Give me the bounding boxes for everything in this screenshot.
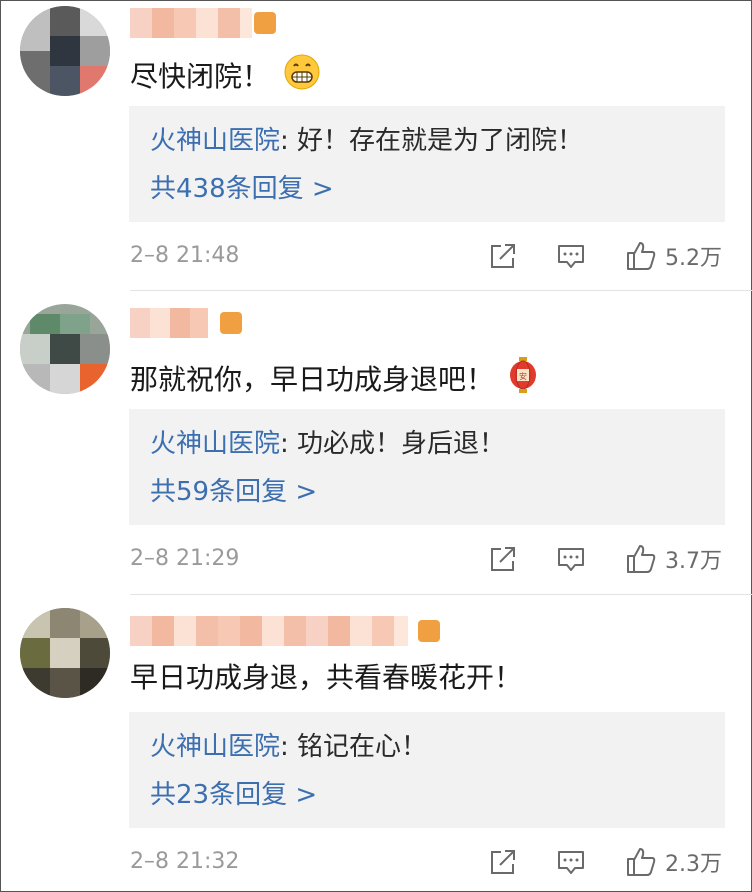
grinning-face-icon	[284, 54, 320, 99]
reply-box[interactable]: 火神山医院: 铭记在心！ 共23条回复 >	[129, 712, 725, 828]
comment-icon[interactable]	[556, 241, 586, 271]
avatar[interactable]	[20, 304, 110, 394]
divider	[130, 290, 752, 291]
more-replies-link[interactable]: 共438条回复 >	[150, 172, 334, 206]
share-icon[interactable]	[488, 241, 518, 271]
reply-author-link[interactable]: 火神山医院	[150, 126, 280, 156]
like-count: 3.7万	[665, 549, 722, 574]
comment-text: 那就祝你，早日功成身退吧！ 安	[130, 356, 538, 403]
lantern-icon: 安	[508, 356, 538, 403]
reply-preview: 火神山医院: 好！存在就是为了闭院！	[150, 124, 583, 158]
comment-date: 2–8 21:32	[130, 849, 240, 874]
reply-box[interactable]: 火神山医院: 好！存在就是为了闭院！ 共438条回复 >	[129, 106, 725, 222]
username-blurred[interactable]	[130, 8, 252, 38]
comment-item: 那就祝你，早日功成身退吧！ 安 火神山医院: 功必成！身后退！ 共59条回复 >…	[0, 292, 752, 592]
comment-item: 早日功成身退，共看春暖花开！ 火神山医院: 铭记在心！ 共23条回复 > 2–8…	[0, 596, 752, 892]
reply-preview: 火神山医院: 铭记在心！	[150, 730, 427, 764]
reply-text: : 好！存在就是为了闭院！	[280, 126, 584, 156]
comment-date: 2–8 21:48	[130, 243, 240, 268]
vip-badge-icon	[418, 620, 440, 642]
share-icon[interactable]	[488, 847, 518, 877]
reply-preview: 火神山医院: 功必成！身后退！	[150, 427, 505, 461]
like-count: 5.2万	[665, 246, 722, 271]
thumbs-up-icon	[627, 848, 656, 876]
comment-meta: 2–8 21:29 3.7万	[130, 542, 730, 576]
more-replies-link[interactable]: 共59条回复 >	[150, 475, 317, 509]
avatar[interactable]	[20, 6, 110, 96]
comment-icon[interactable]	[556, 544, 586, 574]
like-button[interactable]: 3.7万	[625, 542, 722, 576]
share-icon[interactable]	[488, 544, 518, 574]
reply-author-link[interactable]: 火神山医院	[150, 732, 280, 762]
divider	[130, 594, 752, 595]
reply-text: : 功必成！身后退！	[280, 429, 506, 459]
like-count: 2.3万	[665, 852, 722, 877]
vip-badge-icon	[220, 312, 242, 334]
svg-text:安: 安	[519, 371, 527, 381]
reply-text: : 铭记在心！	[280, 732, 428, 762]
thumbs-up-icon	[627, 242, 656, 270]
like-button[interactable]: 5.2万	[625, 239, 722, 273]
comment-item: 尽快闭院！ 火神山医院: 好！存在就是为了闭院！ 共438条回复 > 2–8 2…	[0, 0, 752, 290]
reply-author-link[interactable]: 火神山医院	[150, 429, 280, 459]
thumbs-up-icon	[627, 545, 656, 573]
like-button[interactable]: 2.3万	[625, 845, 722, 879]
comment-text: 尽快闭院！	[130, 54, 320, 99]
username-blurred[interactable]	[130, 616, 408, 646]
comment-icon[interactable]	[556, 847, 586, 877]
username-blurred[interactable]	[130, 308, 208, 338]
comment-date: 2–8 21:29	[130, 546, 240, 571]
comment-meta: 2–8 21:32 2.3万	[130, 845, 730, 879]
comment-text: 早日功成身退，共看春暖花开！	[130, 661, 523, 694]
comment-meta: 2–8 21:48 5.2万	[130, 239, 730, 273]
more-replies-link[interactable]: 共23条回复 >	[150, 778, 317, 812]
avatar[interactable]	[20, 608, 110, 698]
reply-box[interactable]: 火神山医院: 功必成！身后退！ 共59条回复 >	[129, 409, 725, 525]
vip-badge-icon	[254, 12, 276, 34]
